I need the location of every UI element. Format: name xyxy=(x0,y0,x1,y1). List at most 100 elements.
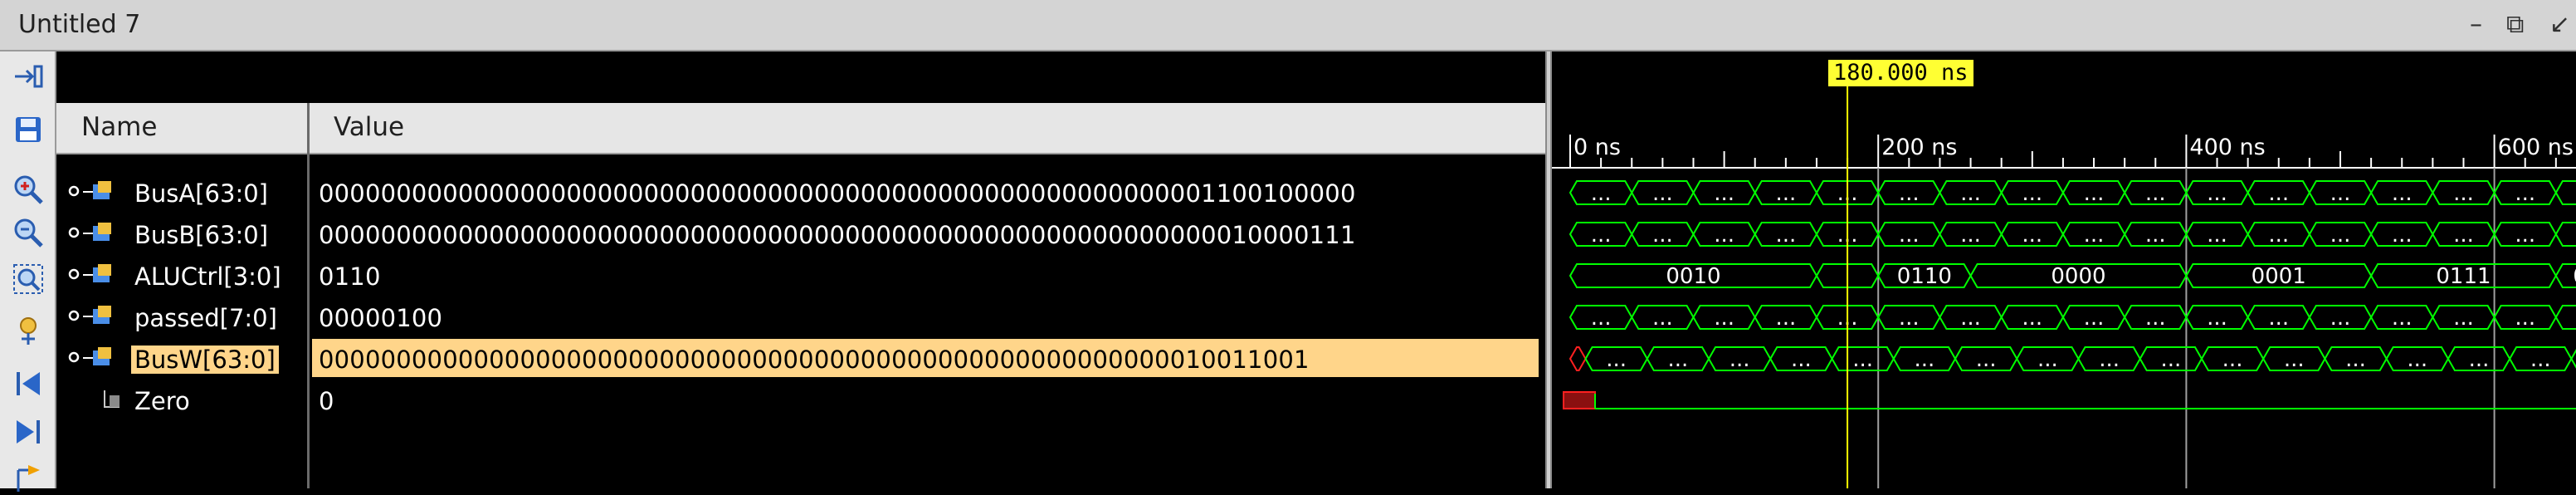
busw-wave-value: ... xyxy=(1606,347,1627,372)
busw-wave-value: ... xyxy=(1730,347,1750,372)
name-column-header[interactable]: Name xyxy=(81,112,157,142)
window-titlebar: Untitled 7 – ⧉ ↙ xyxy=(0,0,2576,51)
busa-wave-value: ... xyxy=(2084,181,2105,206)
busb-wave-value: ... xyxy=(2084,223,2105,248)
waveform-panel[interactable]: 0 ns 200 ns 400 ns 600 ns..................… xyxy=(1552,51,2576,488)
busw-wave-value: ... xyxy=(2407,347,2427,372)
bus-signal-icon xyxy=(83,223,111,241)
busb-wave-value: ... xyxy=(2268,223,2289,248)
restore-button[interactable]: ⧉ xyxy=(2506,10,2524,39)
busw-wave-segment xyxy=(1569,346,1587,371)
passed-wave-value: ... xyxy=(1591,306,1612,331)
bus-signal-icon xyxy=(83,181,111,199)
signal-row-busb[interactable]: BusB[63:0] 00000000000000000000000000000… xyxy=(56,214,1545,256)
busb-wave-value: ... xyxy=(1591,223,1612,248)
signal-row-aluctrl[interactable]: ALUCtrl[3:0] 0110 xyxy=(56,256,1545,297)
signal-value: 0000000000000000000000000000000000000000… xyxy=(319,346,1310,374)
zoom-out-icon[interactable] xyxy=(12,216,45,249)
signal-name: BusB[63:0] xyxy=(134,221,269,249)
signal-row-passed[interactable]: passed[7:0] 00000100 xyxy=(56,297,1545,339)
zero-undefined-block xyxy=(1563,391,1596,409)
busa-wave-value: ... xyxy=(1960,181,1981,206)
expand-icon[interactable] xyxy=(67,267,80,281)
busa-wave-value: ... xyxy=(1591,181,1612,206)
waveform-toolbar xyxy=(0,51,56,492)
busa-wave-value: ... xyxy=(1775,181,1796,206)
busa-wave-value: ... xyxy=(2268,181,2289,206)
signal-value: 0000000000000000000000000000000000000000… xyxy=(319,221,1356,249)
busb-wave-value: ... xyxy=(1714,223,1734,248)
save-icon[interactable] xyxy=(12,113,45,146)
signal-row-zero[interactable]: Zero 0 xyxy=(56,380,1545,422)
passed-wave-value: ... xyxy=(2330,306,2351,331)
signal-name: BusW[63:0] xyxy=(131,346,279,374)
busb-wave-value: ... xyxy=(2022,223,2042,248)
aluctrl-wave-value: 0001 xyxy=(2252,264,2306,289)
busa-wave-value: ... xyxy=(2022,181,2042,206)
signal-value: 00000100 xyxy=(319,304,443,332)
busw-wave-value: ... xyxy=(2037,347,2058,372)
busw-wave-segment xyxy=(2570,349,2576,369)
signal-list-panel: Name Value BusA[63:0] 000000000000000000… xyxy=(56,51,1545,488)
busw-wave-value: ... xyxy=(1914,347,1934,372)
aluctrl-wave-value: 0010 xyxy=(1666,264,1720,289)
add-marker-icon[interactable] xyxy=(12,462,45,495)
aluctrl-wave-value: 0110 xyxy=(1897,264,1952,289)
busw-wave-value: ... xyxy=(2099,347,2120,372)
busa-wave-value: ... xyxy=(2453,181,2474,206)
busa-wave-value: ... xyxy=(2515,181,2535,206)
passed-wave-value: ... xyxy=(2084,306,2105,331)
bus-signal-icon xyxy=(83,264,111,282)
aluctrl-wave-value: 00 xyxy=(2573,264,2576,289)
expand-icon[interactable] xyxy=(67,350,80,364)
signal-name: BusA[63:0] xyxy=(134,179,268,208)
passed-wave-value: ... xyxy=(2515,306,2535,331)
busw-wave-value: ... xyxy=(2284,347,2305,372)
busb-wave-value: ... xyxy=(2207,223,2227,248)
busa-wave-value: ... xyxy=(2392,181,2413,206)
busw-wave-value: ... xyxy=(2345,347,2366,372)
busb-wave-value: ... xyxy=(2453,223,2474,248)
waveform-canvas[interactable]: 0 ns 200 ns 400 ns 600 ns..................… xyxy=(1552,51,2576,488)
signal-name: passed[7:0] xyxy=(134,304,277,332)
busw-wave-value: ... xyxy=(1791,347,1812,372)
signal-row-busa[interactable]: BusA[63:0] 00000000000000000000000000000… xyxy=(56,173,1545,214)
value-column-header[interactable]: Value xyxy=(334,112,404,142)
busa-wave-value: ... xyxy=(2330,181,2351,206)
passed-wave-segment xyxy=(2554,305,2576,330)
busb-wave-value: ... xyxy=(2515,223,2535,248)
time-ruler-label: 200 ns xyxy=(1881,135,1957,160)
passed-wave-value: ... xyxy=(1714,306,1734,331)
busb-wave-value: ... xyxy=(2330,223,2351,248)
signal-value: 0110 xyxy=(319,262,381,291)
busw-wave-value: ... xyxy=(2222,347,2243,372)
go-to-end-icon[interactable] xyxy=(12,415,45,448)
pane-splitter[interactable] xyxy=(1545,51,1552,488)
busb-wave-segment xyxy=(2554,222,2576,247)
expand-icon[interactable] xyxy=(67,226,80,239)
busa-wave-segment xyxy=(2554,180,2576,205)
aluctrl-wave-value: 0000 xyxy=(2051,264,2105,289)
expand-icon[interactable] xyxy=(67,309,80,322)
signal-name: Zero xyxy=(134,387,190,415)
signal-row-busw[interactable]: BusW[63:0] 00000000000000000000000000000… xyxy=(56,339,1545,380)
busa-wave-value: ... xyxy=(2145,181,2166,206)
float-button[interactable]: ↙ xyxy=(2549,10,2570,39)
signal-value: 0000000000000000000000000000000000000000… xyxy=(319,179,1356,208)
expand-icon[interactable] xyxy=(67,184,80,198)
busw-wave-value: ... xyxy=(1976,347,1997,372)
busw-wave-value: ... xyxy=(2469,347,2490,372)
zoom-fit-icon[interactable] xyxy=(12,262,45,296)
busb-wave-value: ... xyxy=(2392,223,2413,248)
go-to-start-icon[interactable] xyxy=(12,367,45,400)
busw-wave-value: ... xyxy=(2530,347,2551,372)
minimize-button[interactable]: – xyxy=(2470,10,2482,39)
bus-signal-icon xyxy=(83,347,111,365)
passed-wave-value: ... xyxy=(2392,306,2413,331)
zoom-cursor-icon[interactable] xyxy=(12,314,45,347)
signal-list-header: Name Value xyxy=(56,103,1545,154)
sidebar-collapse-icon[interactable] xyxy=(12,60,45,93)
cursor-time-label[interactable]: 180.000 ns xyxy=(1828,60,1973,86)
window-title: Untitled 7 xyxy=(18,10,141,39)
zoom-in-icon[interactable] xyxy=(12,173,45,206)
